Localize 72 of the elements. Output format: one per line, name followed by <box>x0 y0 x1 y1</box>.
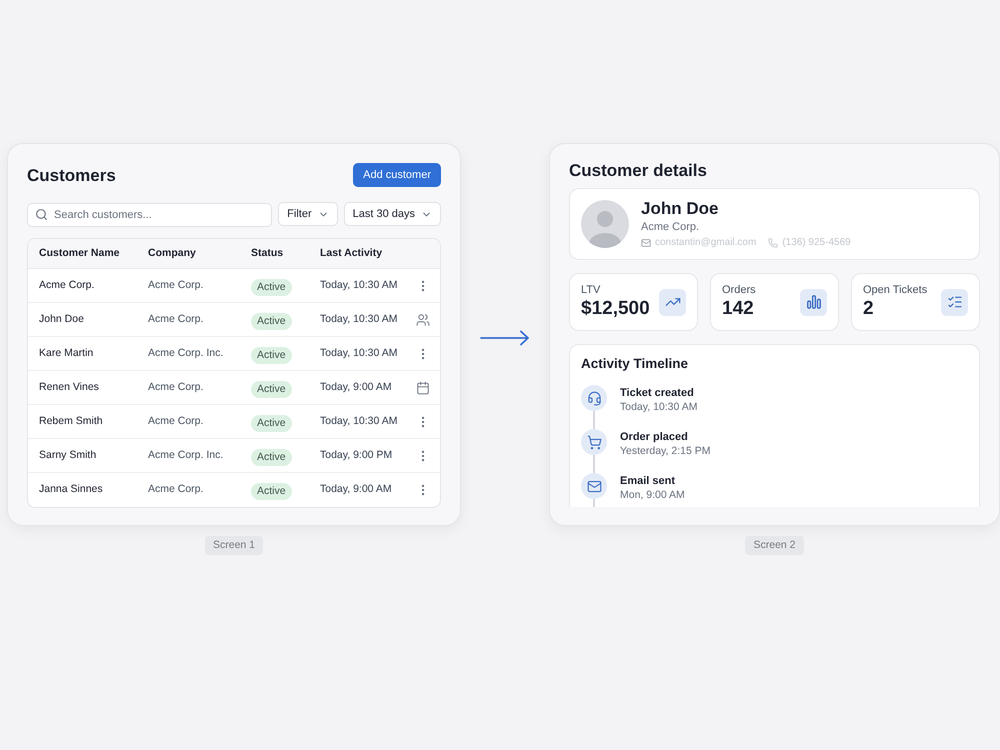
customer-name: John Doe <box>39 312 85 327</box>
search-field[interactable]: Search customers... <box>27 203 272 227</box>
event-title: Order placed <box>620 430 689 444</box>
customer-name: Renen Vines <box>39 380 100 395</box>
column-header: Last Activity <box>320 246 384 261</box>
company-name: Acme Corp. <box>641 220 700 234</box>
mail-icon <box>641 238 651 248</box>
column-header: Company <box>148 246 197 261</box>
status-badge: Active <box>251 483 292 500</box>
phone-number: (136) 925-4569 <box>782 237 851 249</box>
last-activity: Today, 10:30 AM <box>320 346 398 361</box>
calendar-icon[interactable] <box>416 380 430 394</box>
customer-name: Rebem Smith <box>39 414 104 429</box>
event-time: Today, 10:30 AM <box>620 400 698 414</box>
company-name: Acme Corp. Inc. <box>148 448 224 463</box>
last-activity: Today, 9:00 AM <box>320 482 393 498</box>
last-activity: Today, 9:00 AM <box>320 380 393 395</box>
timeline-connector <box>593 411 595 429</box>
filter-dropdown[interactable]: Last 30 days <box>344 202 441 226</box>
checklist-icon <box>941 288 968 316</box>
customer-name: Acme Corp. <box>39 278 96 293</box>
stat-value: $12,500 <box>581 297 650 321</box>
filter-dropdown[interactable]: Filter <box>278 202 338 226</box>
event-time: Yesterday, 2:15 PM <box>620 444 710 458</box>
mail-icon <box>581 473 607 499</box>
customer-name: Janna Sinnes <box>39 482 104 498</box>
column-header: Customer Name <box>39 246 121 261</box>
company-name: Acme Corp. <box>148 482 204 498</box>
column-header: Status <box>251 246 284 261</box>
status-badge: Active <box>251 312 292 330</box>
bar-chart-icon <box>800 288 827 316</box>
trend-up-icon <box>659 288 686 316</box>
screen-label: Screen 2 <box>745 536 804 555</box>
stat-label: LTV <box>581 283 602 297</box>
event-time: Mon, 9:00 AM <box>620 488 685 502</box>
stat-value: 2 <box>863 297 875 321</box>
screen-label: Screen 1 <box>204 536 264 555</box>
phone-icon <box>768 238 778 248</box>
status-badge: Active <box>251 346 292 364</box>
company-name: Acme Corp. <box>148 312 204 327</box>
last-activity: Today, 10:30 AM <box>320 414 398 429</box>
last-activity: Today, 9:00 PM <box>320 448 394 463</box>
status-badge: Active <box>251 414 292 432</box>
cart-icon <box>581 429 607 455</box>
company-name: Acme Corp. Inc. <box>148 346 224 361</box>
customer-name: Sarny Smith <box>39 448 98 463</box>
status-badge: Active <box>251 448 292 466</box>
headset-icon <box>581 385 607 411</box>
right-arrow-icon <box>480 330 530 346</box>
company-name: Acme Corp. <box>148 278 204 293</box>
people-icon[interactable] <box>416 312 430 326</box>
customer-name: John Doe <box>641 199 720 219</box>
page-title: Customer details <box>569 160 707 182</box>
page-title: Customers <box>27 166 116 184</box>
email-address: constantin@gmail.com <box>655 237 756 249</box>
company-name: Acme Corp. <box>148 414 204 429</box>
timeline-connector <box>593 455 595 473</box>
event-title: Email sent <box>620 474 676 488</box>
status-badge: Active <box>251 278 292 296</box>
stat-label: Orders <box>722 283 756 297</box>
search-icon <box>35 208 48 220</box>
stat-label: Open Tickets <box>863 283 928 297</box>
avatar-icon <box>581 200 629 248</box>
customer-name: Kare Martin <box>39 346 94 361</box>
company-name: Acme Corp. <box>148 380 204 395</box>
last-activity: Today, 10:30 AM <box>320 278 398 293</box>
add-customer-button[interactable]: Add customer <box>353 163 441 187</box>
status-badge: Active <box>251 380 292 398</box>
stat-value: 142 <box>722 297 755 321</box>
last-activity: Today, 10:30 AM <box>320 312 398 327</box>
event-title: Ticket created <box>620 386 695 400</box>
timeline-title: Activity Timeline <box>581 355 690 373</box>
